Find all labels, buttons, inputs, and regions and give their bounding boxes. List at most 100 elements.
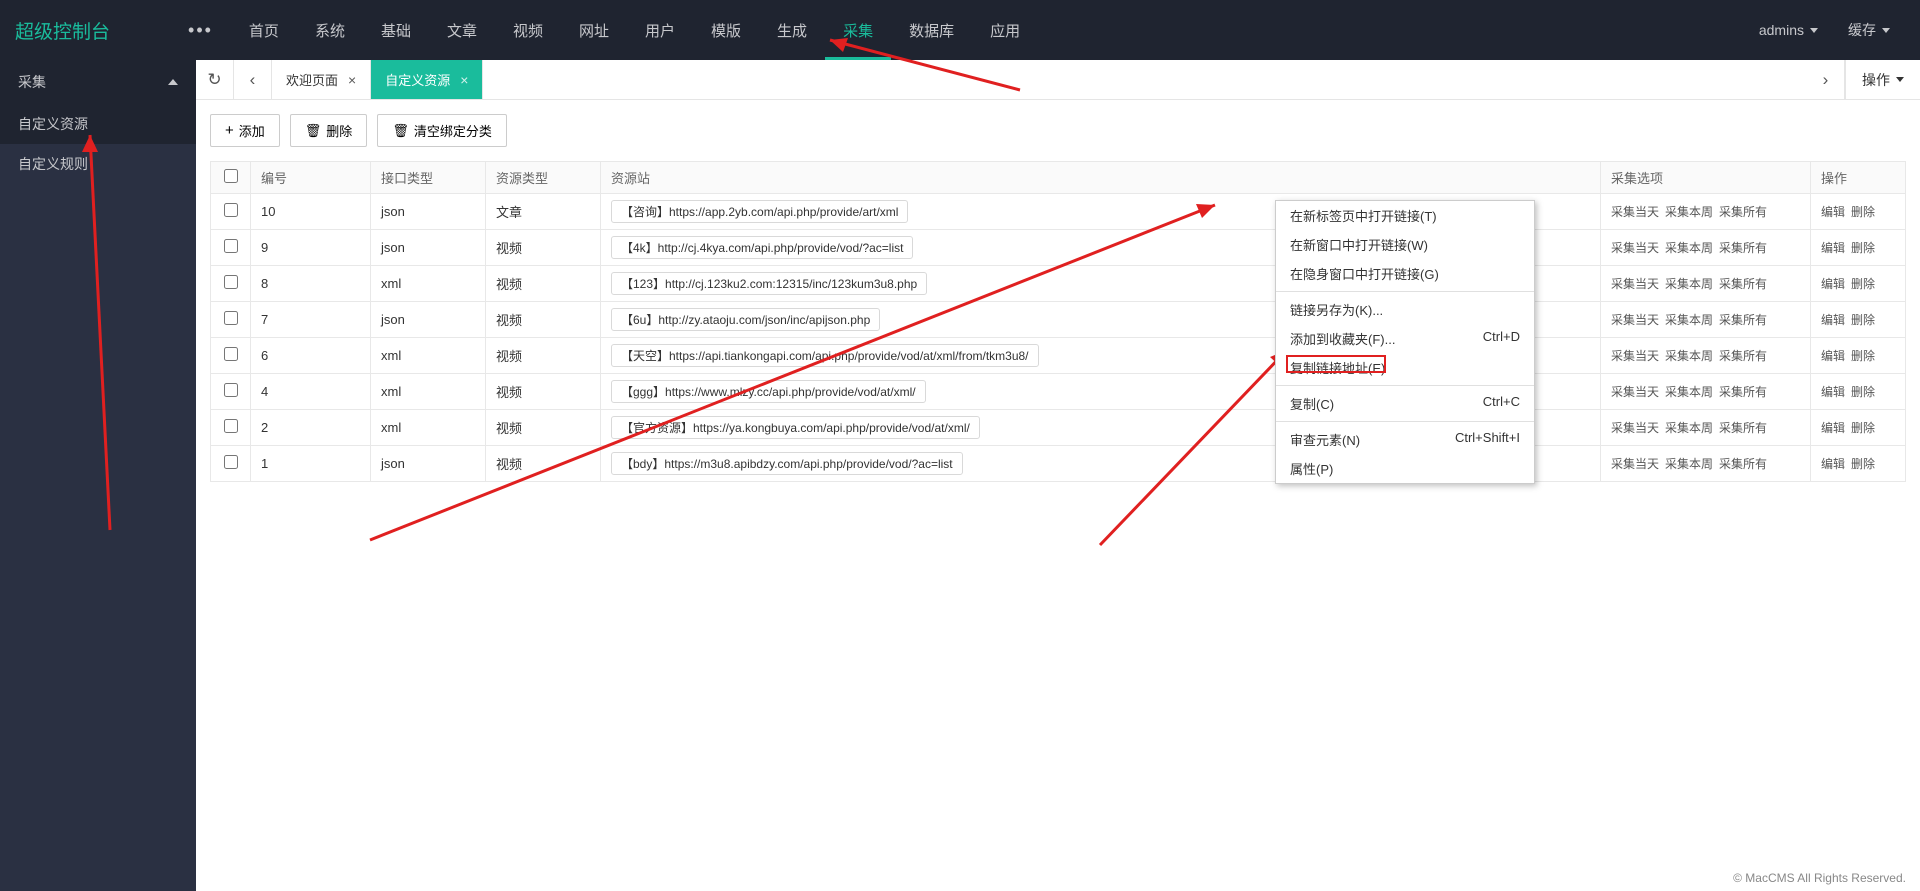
context-menu-item[interactable]: 在新标签页中打开链接(T) <box>1276 201 1534 230</box>
cache-menu[interactable]: 缓存 <box>1833 20 1905 40</box>
act-del[interactable]: 删除 <box>1851 421 1875 435</box>
site-pill[interactable]: 【123】http://cj.123ku2.com:12315/inc/123k… <box>611 272 927 295</box>
opt-all[interactable]: 采集所有 <box>1719 313 1767 327</box>
opt-week[interactable]: 采集本周 <box>1665 385 1713 399</box>
site-pill[interactable]: 【官方资源】https://ya.kongbuya.com/api.php/pr… <box>611 416 980 439</box>
opt-today[interactable]: 采集当天 <box>1611 457 1659 471</box>
act-del[interactable]: 删除 <box>1851 457 1875 471</box>
clear-bind-button[interactable]: 🗑 清空绑定分类 <box>377 114 507 147</box>
sidebar-item-0[interactable]: 自定义资源 <box>0 104 196 144</box>
topnav-item-0[interactable]: 首页 <box>231 0 297 60</box>
forward-button[interactable]: › <box>1807 60 1845 99</box>
cell-opts: 采集当天采集本周采集所有 <box>1601 374 1811 410</box>
topnav-item-11[interactable]: 应用 <box>972 0 1038 60</box>
opt-week[interactable]: 采集本周 <box>1665 313 1713 327</box>
opt-today[interactable]: 采集当天 <box>1611 349 1659 363</box>
opt-week[interactable]: 采集本周 <box>1665 241 1713 255</box>
act-edit[interactable]: 编辑 <box>1821 421 1845 435</box>
opt-all[interactable]: 采集所有 <box>1719 241 1767 255</box>
back-button[interactable]: ‹ <box>234 60 272 99</box>
opt-week[interactable]: 采集本周 <box>1665 421 1713 435</box>
site-pill[interactable]: 【6u】http://zy.ataoju.com/json/inc/apijso… <box>611 308 880 331</box>
topnav-item-4[interactable]: 视频 <box>495 0 561 60</box>
opt-today[interactable]: 采集当天 <box>1611 205 1659 219</box>
context-menu-item[interactable]: 在隐身窗口中打开链接(G) <box>1276 259 1534 288</box>
row-checkbox[interactable] <box>224 383 238 397</box>
act-edit[interactable]: 编辑 <box>1821 205 1845 219</box>
act-edit[interactable]: 编辑 <box>1821 241 1845 255</box>
context-menu-label: 添加到收藏夹(F)... <box>1290 329 1395 348</box>
row-checkbox[interactable] <box>224 203 238 217</box>
site-pill[interactable]: 【bdy】https://m3u8.apibdzy.com/api.php/pr… <box>611 452 963 475</box>
opt-today[interactable]: 采集当天 <box>1611 241 1659 255</box>
act-del[interactable]: 删除 <box>1851 349 1875 363</box>
tab-1[interactable]: 自定义资源× <box>371 60 483 99</box>
context-menu-item[interactable]: 在新窗口中打开链接(W) <box>1276 230 1534 259</box>
topnav-item-2[interactable]: 基础 <box>363 0 429 60</box>
topnav-item-3[interactable]: 文章 <box>429 0 495 60</box>
row-checkbox[interactable] <box>224 455 238 469</box>
context-menu-item[interactable]: 链接另存为(K)... <box>1276 295 1534 324</box>
opt-all[interactable]: 采集所有 <box>1719 349 1767 363</box>
sidebar-item-1[interactable]: 自定义规则 <box>0 144 196 184</box>
opt-all[interactable]: 采集所有 <box>1719 277 1767 291</box>
delete-button[interactable]: 🗑 删除 <box>290 114 368 147</box>
context-menu-item[interactable]: 属性(P) <box>1276 454 1534 483</box>
context-menu-item[interactable]: 审查元素(N)Ctrl+Shift+I <box>1276 425 1534 454</box>
act-edit[interactable]: 编辑 <box>1821 313 1845 327</box>
refresh-button[interactable]: ↻ <box>196 60 234 99</box>
opt-all[interactable]: 采集所有 <box>1719 385 1767 399</box>
act-edit[interactable]: 编辑 <box>1821 385 1845 399</box>
opt-week[interactable]: 采集本周 <box>1665 277 1713 291</box>
topnav-item-8[interactable]: 生成 <box>759 0 825 60</box>
topnav-item-5[interactable]: 网址 <box>561 0 627 60</box>
close-icon[interactable]: × <box>460 72 468 88</box>
opt-all[interactable]: 采集所有 <box>1719 421 1767 435</box>
th-site: 资源站 <box>601 162 1601 194</box>
opt-today[interactable]: 采集当天 <box>1611 421 1659 435</box>
act-del[interactable]: 删除 <box>1851 385 1875 399</box>
context-menu-item[interactable]: 添加到收藏夹(F)...Ctrl+D <box>1276 324 1534 353</box>
topnav-item-1[interactable]: 系统 <box>297 0 363 60</box>
cell-opts: 采集当天采集本周采集所有 <box>1601 266 1811 302</box>
row-checkbox[interactable] <box>224 347 238 361</box>
row-checkbox[interactable] <box>224 275 238 289</box>
act-del[interactable]: 删除 <box>1851 277 1875 291</box>
site-pill[interactable]: 【天空】https://api.tiankongapi.com/api.php/… <box>611 344 1039 367</box>
site-pill[interactable]: 【咨询】https://app.2yb.com/api.php/provide/… <box>611 200 908 223</box>
close-icon[interactable]: × <box>348 72 356 88</box>
topnav-item-6[interactable]: 用户 <box>627 0 693 60</box>
opt-today[interactable]: 采集当天 <box>1611 385 1659 399</box>
site-pill[interactable]: 【ggg】https://www.mlzy.cc/api.php/provide… <box>611 380 926 403</box>
opt-all[interactable]: 采集所有 <box>1719 457 1767 471</box>
topnav-item-7[interactable]: 模版 <box>693 0 759 60</box>
row-checkbox[interactable] <box>224 239 238 253</box>
opt-week[interactable]: 采集本周 <box>1665 205 1713 219</box>
act-edit[interactable]: 编辑 <box>1821 457 1845 471</box>
add-button[interactable]: + 添加 <box>210 114 280 147</box>
opt-week[interactable]: 采集本周 <box>1665 457 1713 471</box>
topnav-more[interactable]: ••• <box>170 0 231 60</box>
site-pill[interactable]: 【4k】http://cj.4kya.com/api.php/provide/v… <box>611 236 913 259</box>
act-edit[interactable]: 编辑 <box>1821 277 1845 291</box>
user-menu[interactable]: admins <box>1744 22 1833 38</box>
act-del[interactable]: 删除 <box>1851 205 1875 219</box>
context-menu-item[interactable]: 复制链接地址(E) <box>1276 353 1534 382</box>
tab-0[interactable]: 欢迎页面× <box>272 60 371 99</box>
sidebar-head[interactable]: 采集 <box>0 60 196 104</box>
opt-today[interactable]: 采集当天 <box>1611 277 1659 291</box>
opt-all[interactable]: 采集所有 <box>1719 205 1767 219</box>
operate-dropdown[interactable]: 操作 <box>1845 60 1920 99</box>
opt-today[interactable]: 采集当天 <box>1611 313 1659 327</box>
th-id: 编号 <box>251 162 371 194</box>
select-all-checkbox[interactable] <box>224 169 238 183</box>
row-checkbox[interactable] <box>224 311 238 325</box>
topnav-item-10[interactable]: 数据库 <box>891 0 972 60</box>
opt-week[interactable]: 采集本周 <box>1665 349 1713 363</box>
topnav-item-9[interactable]: 采集 <box>825 0 891 60</box>
act-edit[interactable]: 编辑 <box>1821 349 1845 363</box>
act-del[interactable]: 删除 <box>1851 241 1875 255</box>
row-checkbox[interactable] <box>224 419 238 433</box>
act-del[interactable]: 删除 <box>1851 313 1875 327</box>
context-menu-item[interactable]: 复制(C)Ctrl+C <box>1276 389 1534 418</box>
